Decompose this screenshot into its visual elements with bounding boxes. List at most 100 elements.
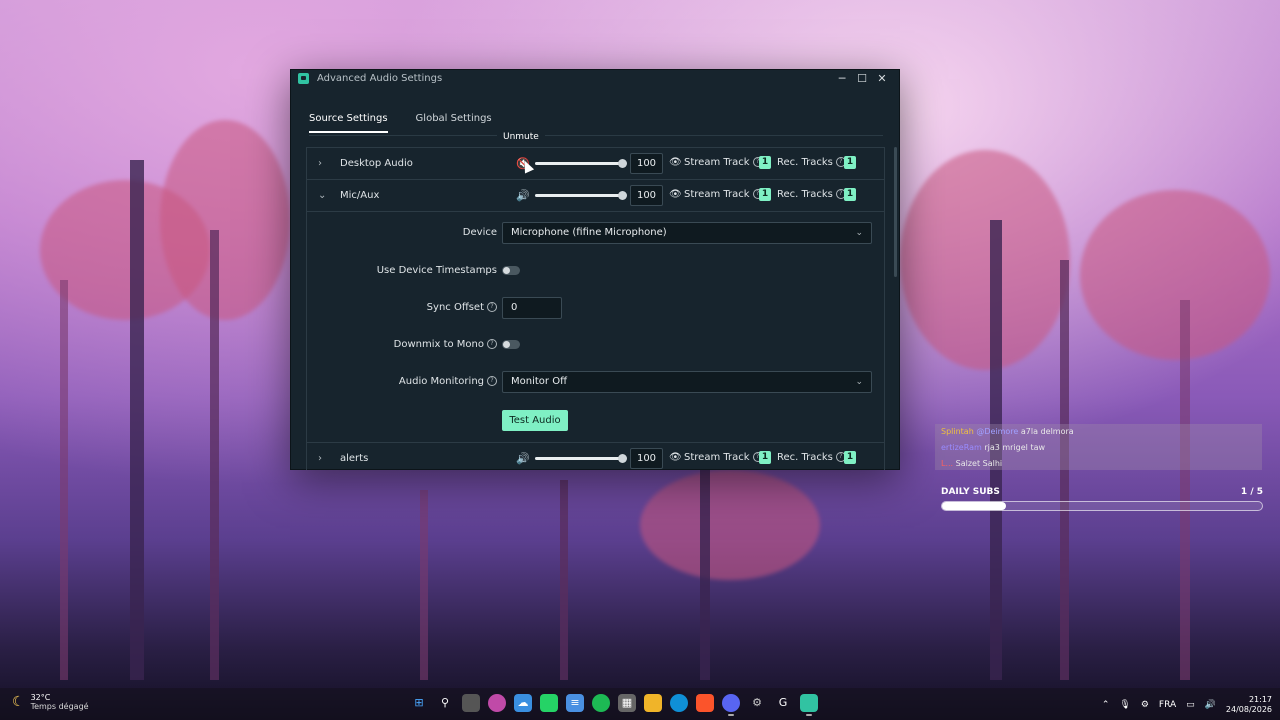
use-device-timestamps-toggle[interactable] — [502, 266, 520, 275]
weather-widget[interactable]: ☾ 32°C Temps dégagé — [12, 693, 89, 711]
stream-track-badge[interactable]: 1 — [759, 451, 771, 464]
source-row-alerts: › alerts 🔊 100 👁 Stream Track? 1 Rec. Tr… — [307, 442, 884, 470]
windows-start-icon[interactable]: ⊞ — [410, 694, 428, 712]
chevron-down-icon: ⌄ — [855, 377, 863, 387]
whatsapp-icon[interactable] — [540, 694, 558, 712]
chat-overlay: Splintah @Deimore a7la delmora ertizeRam… — [935, 424, 1262, 470]
network-icon[interactable]: ▭ — [1186, 700, 1195, 710]
rec-tracks-text: Rec. Tracks — [777, 189, 833, 200]
app-pink-icon[interactable] — [488, 694, 506, 712]
tab-divider — [309, 135, 883, 136]
volume-slider-thumb[interactable] — [618, 159, 627, 168]
chat-text: rja3 mrigel taw — [984, 443, 1046, 452]
tab-global-settings[interactable]: Global Settings — [416, 113, 492, 133]
scrollbar[interactable] — [894, 147, 897, 277]
volume-input[interactable]: 100 — [630, 185, 663, 206]
daily-subs-widget: DAILY SUBS 1 / 5 — [941, 487, 1263, 511]
audio-monitoring-select[interactable]: Monitor Off ⌄ — [502, 371, 872, 393]
source-name: alerts — [340, 453, 369, 464]
audio-monitoring-label: Audio Monitoring? — [399, 376, 497, 387]
microphone-icon[interactable]: 🎙 — [1119, 700, 1130, 710]
use-device-timestamps-label: Use Device Timestamps — [376, 265, 497, 276]
clock-date: 24/08/2026 — [1225, 705, 1272, 714]
rec-tracks-badge[interactable]: 1 — [844, 451, 856, 464]
speaker-icon[interactable]: 🔊 — [516, 189, 530, 202]
chevron-up-icon[interactable]: ⌃ — [1102, 700, 1110, 710]
audio-monitoring-text: Audio Monitoring — [398, 376, 484, 387]
maximize-button[interactable]: ☐ — [852, 72, 872, 85]
rec-tracks-badge[interactable]: 1 — [844, 188, 856, 201]
stream-track-label: Stream Track? — [684, 452, 763, 463]
unmute-tooltip: Unmute — [497, 130, 545, 144]
rec-tracks-label: Rec. Tracks? — [777, 452, 846, 463]
sync-offset-label: Sync Offset? — [427, 302, 497, 313]
language-indicator[interactable]: FRA — [1159, 700, 1176, 710]
stream-track-badge[interactable]: 1 — [759, 156, 771, 169]
rec-tracks-text: Rec. Tracks — [777, 452, 833, 463]
clock-time: 21:17 — [1248, 695, 1272, 704]
volume-slider[interactable] — [535, 159, 627, 168]
task-view-icon[interactable] — [462, 694, 480, 712]
eye-icon: 👁 — [669, 452, 682, 463]
help-icon[interactable]: ? — [487, 339, 497, 349]
audio-monitoring-value: Monitor Off — [511, 376, 567, 387]
device-select[interactable]: Microphone (fifine Microphone) ⌄ — [502, 222, 872, 244]
tab-source-settings[interactable]: Source Settings — [309, 113, 388, 133]
chat-text: Salzet Salhi — [955, 459, 1003, 468]
clock[interactable]: 21:17 24/08/2026 — [1226, 695, 1272, 715]
rec-tracks-label: Rec. Tracks? — [777, 157, 846, 168]
volume-slider[interactable] — [535, 454, 627, 463]
source-row-mic-aux: ⌄ Mic/Aux 🔊 100 👁 Stream Track? 1 Rec. T… — [307, 179, 884, 211]
stream-track-text: Stream Track — [684, 189, 750, 200]
sync-offset-input[interactable]: 0 — [502, 297, 562, 319]
volume-icon[interactable]: 🔊 — [1205, 700, 1216, 710]
stream-track-text: Stream Track — [684, 157, 750, 168]
rec-tracks-badge[interactable]: 1 — [844, 156, 856, 169]
chat-line: ertizeRam rja3 mrigel taw — [935, 440, 1262, 456]
volume-slider[interactable] — [535, 191, 627, 200]
settings-icon[interactable]: ⚙ — [748, 694, 766, 712]
vpn-icon[interactable]: ⚙ — [1141, 700, 1149, 710]
sync-offset-text: Sync Offset — [426, 302, 484, 313]
file-explorer-icon[interactable] — [644, 694, 662, 712]
help-icon[interactable]: ? — [487, 302, 497, 312]
volume-slider-thumb[interactable] — [618, 191, 627, 200]
stream-track-badge[interactable]: 1 — [759, 188, 771, 201]
help-icon[interactable]: ? — [487, 376, 497, 386]
stream-track-label: Stream Track? — [684, 189, 763, 200]
settings-tabs: Source Settings Global Settings — [309, 113, 492, 133]
chat-username: L... — [941, 459, 954, 468]
close-button[interactable]: ✕ — [872, 72, 892, 85]
speaker-icon[interactable]: 🔊 — [516, 452, 530, 465]
search-icon[interactable]: ⚲ — [436, 694, 454, 712]
minimize-button[interactable]: ─ — [832, 72, 852, 85]
chevron-right-icon[interactable]: › — [318, 158, 322, 169]
system-tray: ⌃ 🎙 ⚙ FRA ▭ 🔊 21:17 24/08/2026 — [1102, 695, 1272, 715]
volume-slider-thumb[interactable] — [618, 454, 627, 463]
app-g-icon[interactable]: G — [774, 694, 792, 712]
discord-icon[interactable] — [722, 694, 740, 716]
spotify-icon[interactable] — [592, 694, 610, 712]
streamlabs-icon[interactable] — [800, 694, 818, 716]
cloud-icon[interactable]: ☁ — [514, 694, 532, 712]
downmix-to-mono-toggle[interactable] — [502, 340, 520, 349]
chat-line: L... Salzet Salhi — [935, 456, 1262, 472]
source-name: Mic/Aux — [340, 190, 380, 201]
volume-input[interactable]: 100 — [630, 153, 663, 174]
chevron-down-icon[interactable]: ⌄ — [318, 190, 326, 201]
downmix-text: Downmix to Mono — [393, 339, 484, 350]
advanced-audio-settings-window: Advanced Audio Settings ─ ☐ ✕ Source Set… — [290, 69, 900, 470]
test-audio-button[interactable]: Test Audio — [502, 410, 568, 431]
streamlabs-app-icon — [298, 73, 309, 84]
chat-line: Splintah @Deimore a7la delmora — [935, 424, 1262, 440]
chevron-right-icon[interactable]: › — [318, 453, 322, 464]
store-icon[interactable]: ▦ — [618, 694, 636, 712]
title-bar[interactable]: Advanced Audio Settings ─ ☐ ✕ — [291, 70, 899, 87]
volume-input[interactable]: 100 — [630, 448, 663, 469]
source-row-desktop-audio: › Desktop Audio 🔇 100 👁 Stream Track? 1 … — [307, 148, 884, 179]
notes-icon[interactable]: ≡ — [566, 694, 584, 712]
sources-list: › Desktop Audio 🔇 100 👁 Stream Track? 1 … — [306, 147, 885, 470]
edge-icon[interactable] — [670, 694, 688, 712]
brave-icon[interactable] — [696, 694, 714, 712]
moon-icon: ☾ — [12, 694, 25, 710]
